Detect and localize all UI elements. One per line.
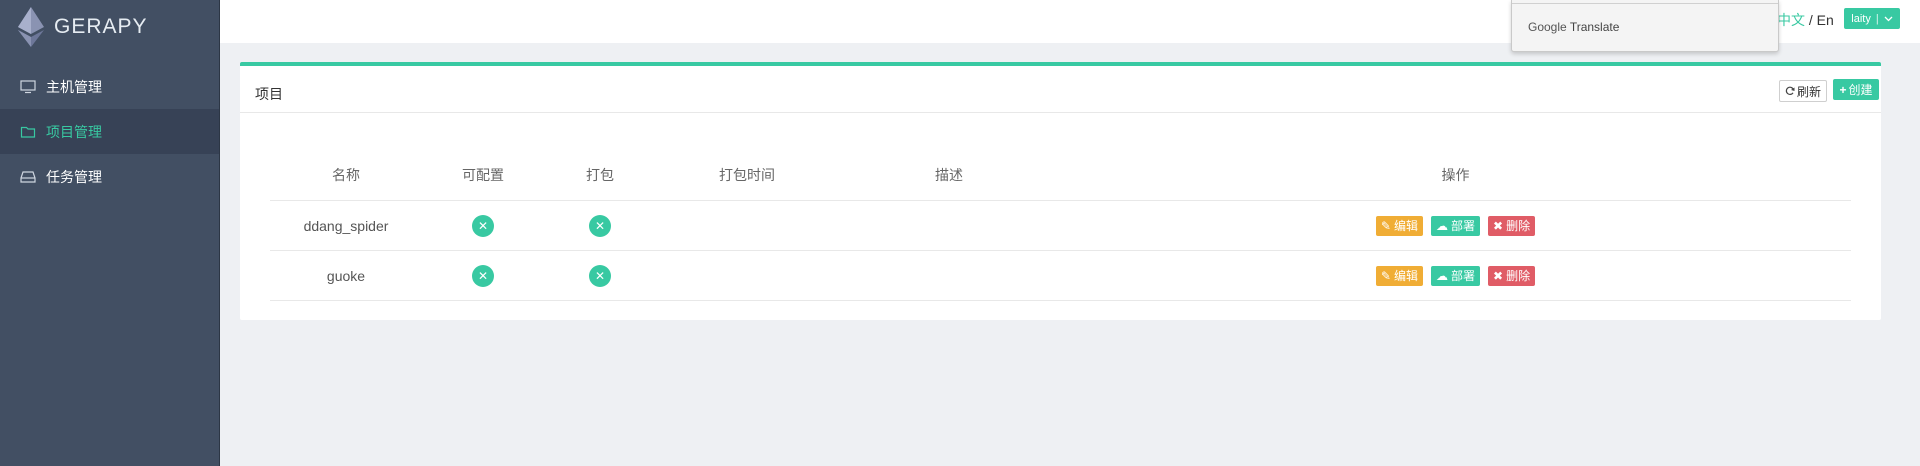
panel-header: 项目 刷新 + 创建	[240, 66, 1881, 113]
app-name: GERAPY	[54, 15, 148, 38]
sidebar-item-label: 任务管理	[46, 168, 102, 185]
deploy-button[interactable]: ☁ 部署	[1430, 215, 1480, 236]
edit-button[interactable]: ✎ 编辑	[1375, 265, 1423, 286]
sidebar-item-label: 主机管理	[46, 78, 102, 95]
user-menu-button[interactable]: laity |	[1844, 8, 1900, 29]
sidebar-item-hosts[interactable]: 主机管理	[0, 64, 219, 109]
close-icon: ✖	[1493, 218, 1504, 233]
x-circle-icon: ✕	[472, 264, 494, 287]
page-title: 项目	[255, 86, 283, 102]
close-icon: ✖	[1493, 268, 1504, 283]
column-header-build-time: 打包时间	[656, 150, 838, 201]
table-header-row: 名称 可配置 打包 打包时间 描述 操作	[270, 150, 1851, 201]
refresh-button[interactable]: 刷新	[1779, 80, 1827, 102]
project-name[interactable]: guoke	[270, 250, 422, 301]
x-circle-icon: ✕	[589, 214, 611, 237]
projects-table: 名称 可配置 打包 打包时间 描述 操作 ddang_spider ✕ ✕ ✎ 编…	[270, 150, 1851, 301]
actions-cell: ✎ 编辑 ☁ 部署 ✖ 删除	[1060, 200, 1851, 251]
column-header-name: 名称	[270, 150, 422, 201]
edit-icon: ✎	[1380, 268, 1391, 283]
inbox-icon	[20, 169, 36, 185]
plus-icon: +	[1839, 82, 1847, 97]
edit-label: 编辑	[1393, 269, 1418, 283]
build-cell: ✕	[544, 250, 656, 301]
column-header-build: 打包	[544, 150, 656, 201]
lang-chinese-link[interactable]: 中文	[1777, 12, 1805, 28]
build-time-cell	[656, 250, 838, 301]
sidebar-item-label: 项目管理	[46, 123, 102, 140]
description-cell	[838, 200, 1060, 251]
google-translate-popup[interactable]: Google Translate	[1511, 0, 1779, 52]
refresh-label: 刷新	[1796, 84, 1821, 99]
x-circle-icon: ✕	[589, 264, 611, 287]
sidebar-item-tasks[interactable]: 任务管理	[0, 154, 219, 199]
configurable-cell: ✕	[422, 250, 544, 301]
language-switcher: 中文 / En	[1777, 10, 1834, 30]
deploy-label: 部署	[1450, 219, 1475, 233]
build-time-cell	[656, 200, 838, 251]
ethereum-diamond-icon	[18, 7, 44, 47]
x-circle-icon: ✕	[472, 214, 494, 237]
divider: |	[1875, 12, 1879, 25]
monitor-icon	[20, 79, 36, 95]
edit-icon: ✎	[1380, 218, 1391, 233]
deploy-button[interactable]: ☁ 部署	[1430, 265, 1480, 286]
deploy-label: 部署	[1450, 269, 1475, 283]
column-header-actions: 操作	[1060, 150, 1851, 201]
configurable-cell: ✕	[422, 200, 544, 251]
sidebar-item-projects[interactable]: 项目管理	[0, 109, 219, 154]
column-header-description: 描述	[838, 150, 1060, 201]
folder-icon	[20, 124, 36, 140]
cloud-upload-icon: ☁	[1435, 268, 1448, 283]
projects-panel: 项目 刷新 + 创建 名称 可配置 打包 打包时间 描述 操作 ddang_sp	[240, 62, 1881, 320]
delete-button[interactable]: ✖ 删除	[1488, 215, 1536, 236]
column-header-configurable: 可配置	[422, 150, 544, 201]
lang-english-link[interactable]: En	[1817, 12, 1834, 28]
username: laity	[1851, 12, 1871, 25]
create-label: 创建	[1848, 83, 1873, 97]
delete-label: 删除	[1506, 219, 1531, 233]
table-row: ddang_spider ✕ ✕ ✎ 编辑 ☁ 部署 ✖ 删除	[270, 200, 1851, 251]
refresh-icon	[1785, 86, 1795, 96]
chevron-down-icon	[1884, 16, 1893, 22]
sidebar-nav: 主机管理 项目管理 任务管理	[0, 64, 219, 199]
table-row: guoke ✕ ✕ ✎ 编辑 ☁ 部署 ✖ 删除	[270, 250, 1851, 301]
delete-label: 删除	[1506, 269, 1531, 283]
project-name[interactable]: ddang_spider	[270, 200, 422, 251]
app-logo[interactable]: GERAPY	[0, 0, 219, 54]
actions-cell: ✎ 编辑 ☁ 部署 ✖ 删除	[1060, 250, 1851, 301]
create-button[interactable]: + 创建	[1833, 79, 1879, 100]
build-cell: ✕	[544, 200, 656, 251]
google-translate-label: Google Translate	[1528, 20, 1619, 34]
description-cell	[838, 250, 1060, 301]
delete-button[interactable]: ✖ 删除	[1488, 265, 1536, 286]
sidebar: GERAPY 主机管理 项目管理 任务管理	[0, 0, 220, 466]
divider	[1512, 3, 1778, 4]
cloud-upload-icon: ☁	[1435, 218, 1448, 233]
google-brand: Google	[1528, 20, 1567, 34]
translate-text: Translate	[1569, 20, 1620, 34]
edit-label: 编辑	[1393, 219, 1418, 233]
edit-button[interactable]: ✎ 编辑	[1375, 215, 1423, 236]
lang-separator: /	[1805, 12, 1817, 28]
